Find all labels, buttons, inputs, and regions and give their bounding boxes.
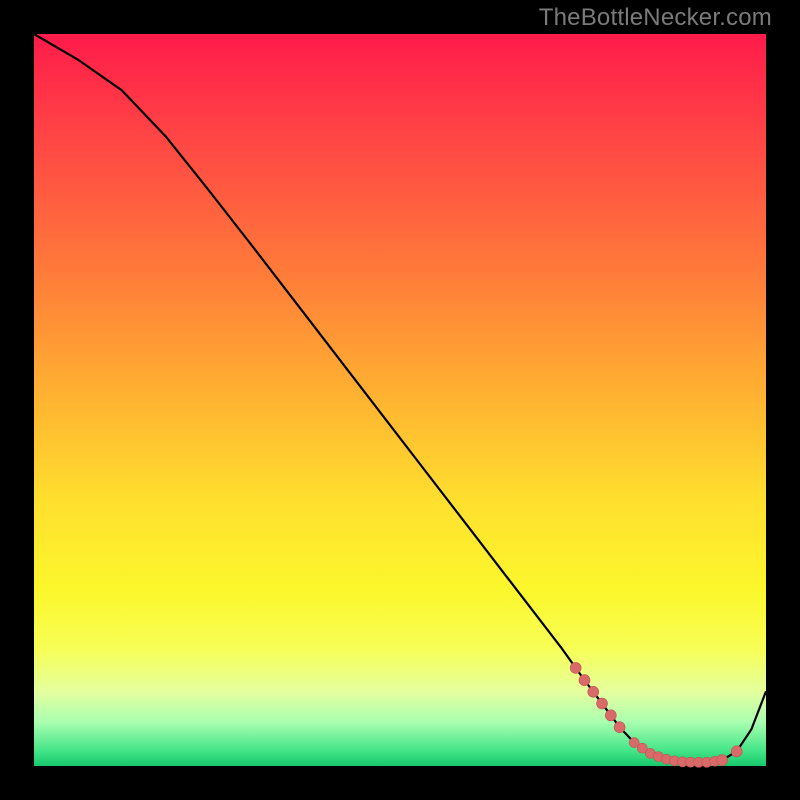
highlight-dot — [605, 710, 616, 721]
highlight-dot — [717, 755, 728, 766]
highlight-dot — [588, 686, 599, 697]
brand-watermark: TheBottleNecker.com — [539, 4, 772, 32]
highlight-dot — [570, 662, 581, 673]
highlight-dot — [579, 675, 590, 686]
chart-container: TheBottleNecker.com — [0, 0, 800, 800]
plot-area — [34, 34, 766, 766]
highlight-dot — [614, 722, 625, 733]
highlight-dots — [570, 662, 742, 767]
highlight-dot — [597, 698, 608, 709]
highlight-dot — [731, 746, 742, 757]
bottleneck-curve — [34, 34, 766, 762]
chart-svg — [34, 34, 766, 766]
